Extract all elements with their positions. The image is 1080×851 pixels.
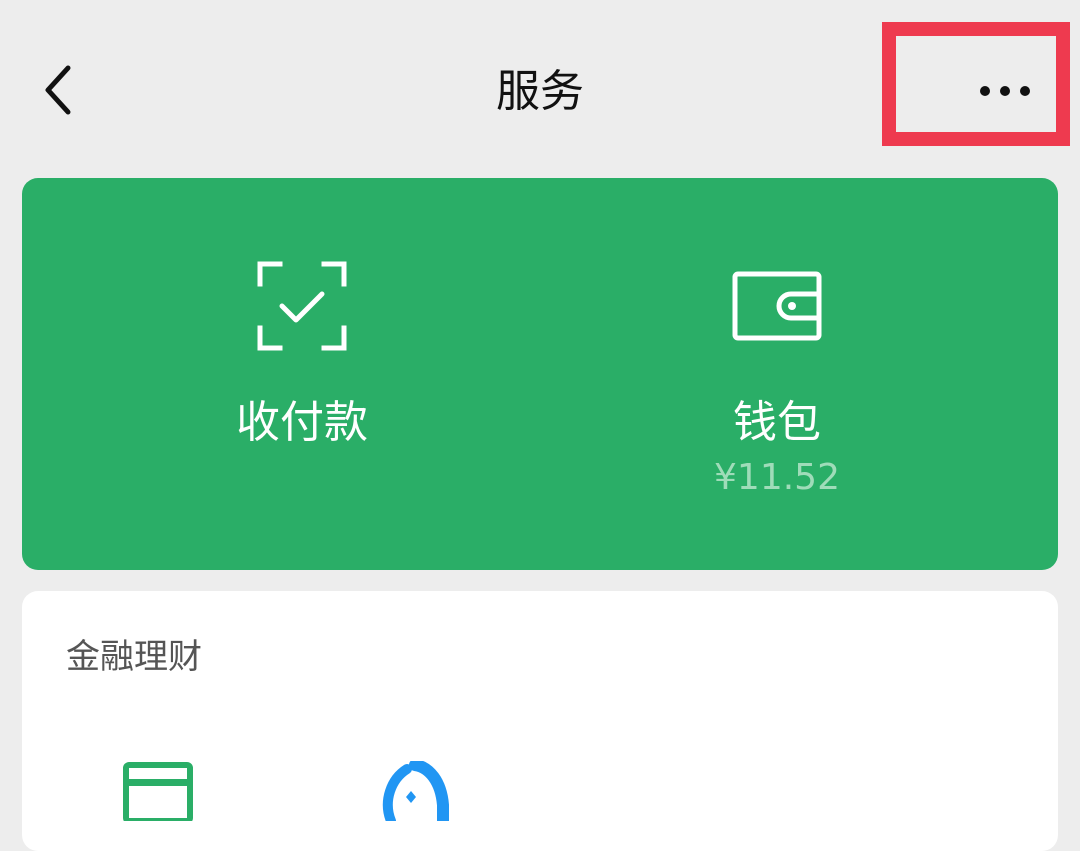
- chevron-left-icon: [45, 65, 71, 115]
- wallet-balance: ¥11.52: [714, 457, 840, 498]
- scan-check-icon: [257, 261, 347, 351]
- wallet-label: 钱包: [733, 397, 821, 448]
- finance-section-title: 金融理财: [66, 637, 202, 677]
- back-button[interactable]: [28, 58, 88, 122]
- more-button[interactable]: [950, 60, 1060, 122]
- wealth-drop-icon: [382, 759, 449, 827]
- pay-receive-button[interactable]: 收付款: [102, 258, 502, 450]
- pay-receive-label: 收付款: [236, 397, 368, 448]
- credit-card-icon: [123, 762, 193, 824]
- finance-item-wealth[interactable]: [377, 759, 449, 827]
- wallet-icon: [732, 271, 822, 341]
- finance-item-card[interactable]: [122, 761, 194, 825]
- top-bar: 服务: [0, 0, 1080, 178]
- wallet-button[interactable]: 钱包 ¥11.52: [577, 258, 977, 500]
- finance-card: 金融理财: [22, 591, 1058, 851]
- pay-wallet-card: 收付款 钱包 ¥11.52: [22, 178, 1058, 570]
- more-dots-icon: [980, 86, 1030, 96]
